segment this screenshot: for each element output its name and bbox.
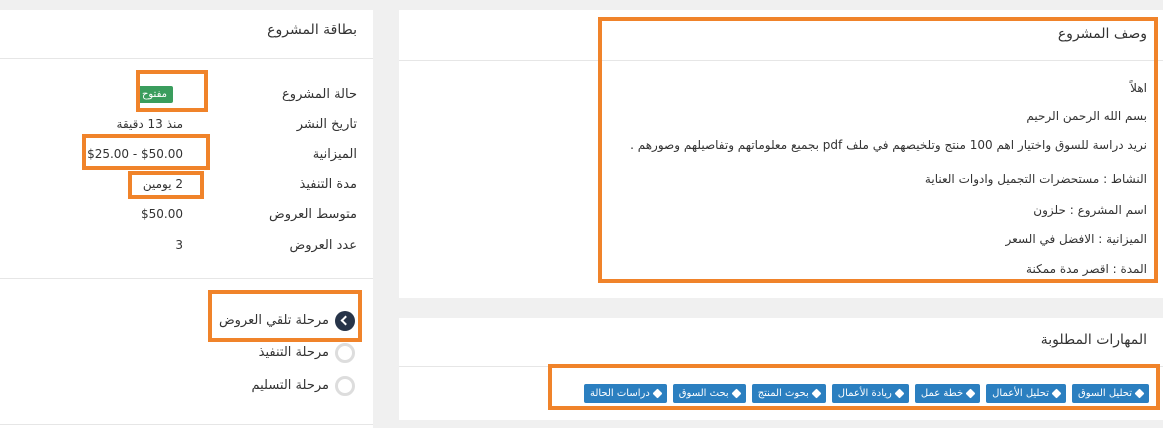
highlight-box (548, 364, 1160, 410)
project-card-header: بطاقة المشروع (0, 10, 373, 59)
budget-label: الميزانية (312, 147, 357, 162)
highlight-box (598, 17, 1158, 283)
pending-stage-icon (335, 376, 355, 396)
bids-count-label: عدد العروض (289, 238, 357, 253)
stage-label: مرحلة التنفيذ (258, 345, 329, 360)
publish-date-label: تاريخ النشر (296, 117, 357, 132)
bids-count-value: 3 (175, 238, 183, 252)
duration-label: مدة التنفيذ (299, 177, 357, 192)
highlight-box (128, 171, 204, 199)
skills-header: المهارات المطلوبة (399, 318, 1163, 367)
publish-date-value: منذ 13 دقيقة (116, 117, 183, 131)
stage-label: مرحلة التسليم (251, 378, 329, 393)
skills-title: المهارات المطلوبة (1040, 332, 1147, 348)
highlight-box (208, 290, 362, 342)
pending-stage-icon (335, 343, 355, 363)
status-label: حالة المشروع (282, 87, 357, 102)
avg-bids-label: متوسط العروض (269, 207, 357, 222)
highlight-box (136, 70, 208, 112)
divider (0, 424, 373, 425)
avg-bids-value: $50.00 (141, 207, 183, 221)
divider (0, 278, 373, 279)
project-card-title: بطاقة المشروع (267, 22, 357, 38)
highlight-box (82, 134, 210, 170)
